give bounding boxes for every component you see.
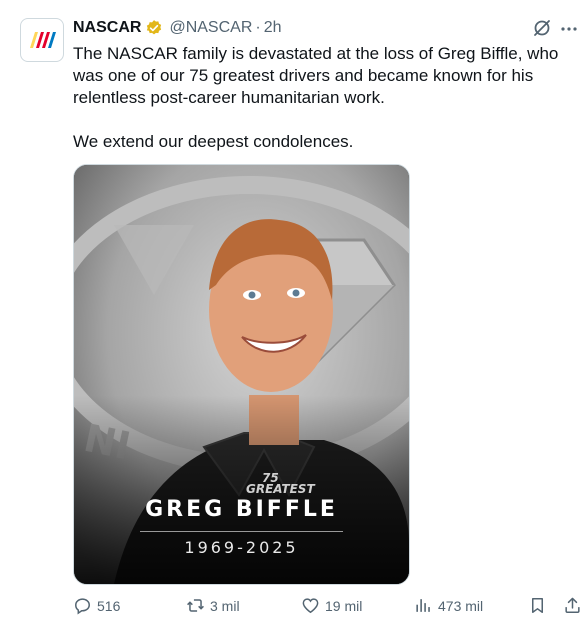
reply-icon [75,598,90,615]
repost-count: 3 mil [210,597,240,614]
like-button[interactable]: 19 mil [301,596,362,615]
share-icon [565,597,580,613]
views-button[interactable]: 473 mil [414,596,483,615]
avatar[interactable] [20,18,64,62]
heart-icon [302,598,319,614]
action-bar: 516 3 mil 19 mil 473 mil [73,596,583,620]
more-options-icon[interactable] [560,20,578,38]
tweet-header: NASCAR @NASCAR · 2h [73,16,282,40]
tweet-paragraph: The NASCAR family is devastated at the l… [73,44,559,107]
views-chart-icon [416,599,430,612]
memorial-divider [140,531,343,532]
author-name[interactable]: NASCAR [73,19,141,37]
tweet-paragraph: We extend our deepest condolences. [73,132,354,151]
nascar-logo-icon [30,32,56,48]
reply-count: 516 [97,597,121,614]
repost-button[interactable]: 3 mil [186,596,240,615]
tweet: NASCAR @NASCAR · 2h The NASCAR family is… [0,0,586,633]
tweet-image[interactable]: NI 75 GREATEST GREG BIFFLE 1969-2025 [73,164,410,585]
share-button[interactable] [563,596,582,615]
timestamp[interactable]: 2h [264,19,282,37]
bookmark-button[interactable] [528,596,547,615]
reply-button[interactable]: 516 [73,596,120,615]
grok-icon[interactable] [532,18,552,38]
author-handle[interactable]: @NASCAR [169,19,252,37]
like-count: 19 mil [325,597,363,614]
badge-text: GREATEST [246,482,315,496]
repost-icon [187,599,204,612]
separator-dot: · [255,19,261,36]
memorial-years: 1969-2025 [184,538,299,557]
bookmark-icon [531,598,544,613]
greatest-75-badge: 75 GREATEST [246,472,315,496]
views-count: 473 mil [438,597,484,614]
verified-badge-icon[interactable] [145,19,163,37]
memorial-name: GREG BIFFLE [145,497,338,522]
tweet-text: The NASCAR family is devastated at the l… [73,43,578,153]
